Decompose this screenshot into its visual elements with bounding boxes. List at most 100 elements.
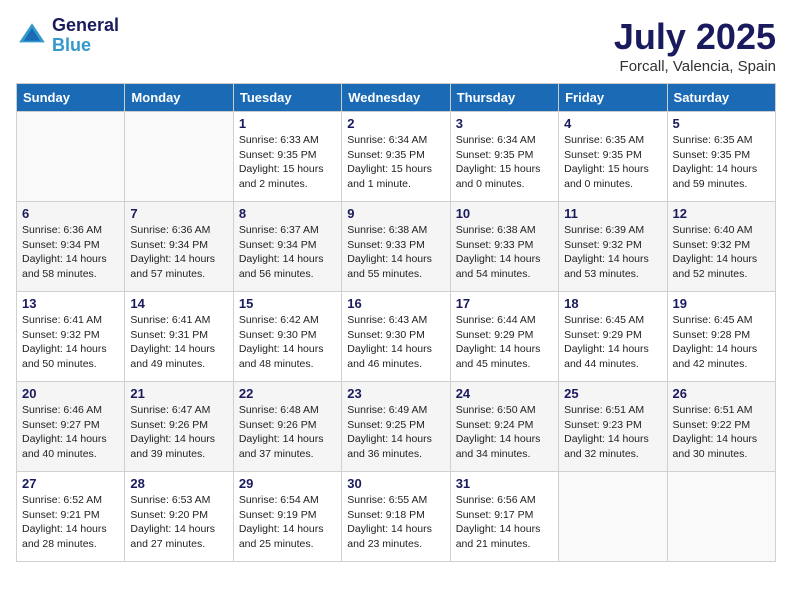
calendar-cell: 18 Sunrise: 6:45 AMSunset: 9:29 PMDayligh…: [559, 292, 667, 382]
day-number: 26: [673, 386, 770, 401]
day-info: Sunrise: 6:42 AMSunset: 9:30 PMDaylight:…: [239, 313, 336, 372]
calendar-header-row: SundayMondayTuesdayWednesdayThursdayFrid…: [17, 84, 776, 112]
day-info: Sunrise: 6:47 AMSunset: 9:26 PMDaylight:…: [130, 403, 227, 462]
day-number: 13: [22, 296, 119, 311]
calendar-cell: 1Sunrise: 6:33 AMSunset: 9:35 PMDaylight…: [233, 112, 341, 202]
day-info: Sunrise: 6:35 AMSunset: 9:35 PMDaylight:…: [564, 133, 661, 192]
calendar-cell: 16 Sunrise: 6:43 AMSunset: 9:30 PMDayligh…: [342, 292, 450, 382]
day-number: 25: [564, 386, 661, 401]
day-number: 28: [130, 476, 227, 491]
calendar-cell: 4 Sunrise: 6:35 AMSunset: 9:35 PMDaylight…: [559, 112, 667, 202]
calendar-cell: [17, 112, 125, 202]
day-number: 16: [347, 296, 444, 311]
calendar-cell: 9 Sunrise: 6:38 AMSunset: 9:33 PMDaylight…: [342, 202, 450, 292]
calendar-cell: 20 Sunrise: 6:46 AMSunset: 9:27 PMDayligh…: [17, 382, 125, 472]
calendar-week-row: 13 Sunrise: 6:41 AMSunset: 9:32 PMDayligh…: [17, 292, 776, 382]
calendar-cell: 7Sunrise: 6:36 AMSunset: 9:34 PMDaylight…: [125, 202, 233, 292]
day-number: 17: [456, 296, 553, 311]
calendar-week-row: 1Sunrise: 6:33 AMSunset: 9:35 PMDaylight…: [17, 112, 776, 202]
calendar-week-row: 27 Sunrise: 6:52 AMSunset: 9:21 PMDayligh…: [17, 472, 776, 562]
day-number: 9: [347, 206, 444, 221]
day-info: Sunrise: 6:38 AMSunset: 9:33 PMDaylight:…: [456, 223, 553, 282]
day-info: Sunrise: 6:52 AMSunset: 9:21 PMDaylight:…: [22, 493, 119, 552]
day-info: Sunrise: 6:55 AMSunset: 9:18 PMDaylight:…: [347, 493, 444, 552]
day-info: Sunrise: 6:36 AMSunset: 9:34 PMDaylight:…: [22, 223, 119, 282]
day-info: Sunrise: 6:41 AMSunset: 9:31 PMDaylight:…: [130, 313, 227, 372]
logo-line1: General: [52, 16, 119, 36]
col-header-tuesday: Tuesday: [233, 84, 341, 112]
day-info: Sunrise: 6:38 AMSunset: 9:33 PMDaylight:…: [347, 223, 444, 282]
calendar-cell: 11 Sunrise: 6:39 AMSunset: 9:32 PMDayligh…: [559, 202, 667, 292]
calendar-cell: [125, 112, 233, 202]
day-info: Sunrise: 6:34 AMSunset: 9:35 PMDaylight:…: [456, 133, 553, 192]
day-number: 24: [456, 386, 553, 401]
day-info: Sunrise: 6:54 AMSunset: 9:19 PMDaylight:…: [239, 493, 336, 552]
day-number: 18: [564, 296, 661, 311]
location: Forcall, Valencia, Spain: [614, 58, 776, 75]
calendar-cell: 14 Sunrise: 6:41 AMSunset: 9:31 PMDayligh…: [125, 292, 233, 382]
day-number: 6: [22, 206, 119, 221]
day-info: Sunrise: 6:35 AMSunset: 9:35 PMDaylight:…: [673, 133, 770, 192]
day-number: 5: [673, 116, 770, 131]
calendar-week-row: 20 Sunrise: 6:46 AMSunset: 9:27 PMDayligh…: [17, 382, 776, 472]
day-info: Sunrise: 6:51 AMSunset: 9:23 PMDaylight:…: [564, 403, 661, 462]
day-info: Sunrise: 6:49 AMSunset: 9:25 PMDaylight:…: [347, 403, 444, 462]
day-number: 15: [239, 296, 336, 311]
month-title: July 2025: [614, 16, 776, 58]
day-number: 7: [130, 206, 227, 221]
day-number: 1: [239, 116, 336, 131]
col-header-wednesday: Wednesday: [342, 84, 450, 112]
calendar-cell: 21 Sunrise: 6:47 AMSunset: 9:26 PMDayligh…: [125, 382, 233, 472]
col-header-monday: Monday: [125, 84, 233, 112]
day-info: Sunrise: 6:41 AMSunset: 9:32 PMDaylight:…: [22, 313, 119, 372]
logo-line2: Blue: [52, 36, 119, 56]
day-number: 31: [456, 476, 553, 491]
day-number: 10: [456, 206, 553, 221]
day-number: 14: [130, 296, 227, 311]
calendar-cell: 27 Sunrise: 6:52 AMSunset: 9:21 PMDayligh…: [17, 472, 125, 562]
day-info: Sunrise: 6:40 AMSunset: 9:32 PMDaylight:…: [673, 223, 770, 282]
calendar-cell: 26Sunrise: 6:51 AMSunset: 9:22 PMDayligh…: [667, 382, 775, 472]
day-number: 3: [456, 116, 553, 131]
title-block: July 2025 Forcall, Valencia, Spain: [614, 16, 776, 75]
col-header-friday: Friday: [559, 84, 667, 112]
day-info: Sunrise: 6:43 AMSunset: 9:30 PMDaylight:…: [347, 313, 444, 372]
day-number: 21: [130, 386, 227, 401]
calendar-cell: [559, 472, 667, 562]
calendar-cell: 30 Sunrise: 6:55 AMSunset: 9:18 PMDayligh…: [342, 472, 450, 562]
calendar-week-row: 6 Sunrise: 6:36 AMSunset: 9:34 PMDaylight…: [17, 202, 776, 292]
calendar-cell: 2 Sunrise: 6:34 AMSunset: 9:35 PMDaylight…: [342, 112, 450, 202]
calendar-cell: 29 Sunrise: 6:54 AMSunset: 9:19 PMDayligh…: [233, 472, 341, 562]
day-number: 19: [673, 296, 770, 311]
day-info: Sunrise: 6:56 AMSunset: 9:17 PMDaylight:…: [456, 493, 553, 552]
logo: General Blue: [16, 16, 119, 56]
day-info: Sunrise: 6:39 AMSunset: 9:32 PMDaylight:…: [564, 223, 661, 282]
day-number: 20: [22, 386, 119, 401]
day-info: Sunrise: 6:44 AMSunset: 9:29 PMDaylight:…: [456, 313, 553, 372]
calendar-cell: 22Sunrise: 6:48 AMSunset: 9:26 PMDayligh…: [233, 382, 341, 472]
calendar-cell: 25 Sunrise: 6:51 AMSunset: 9:23 PMDayligh…: [559, 382, 667, 472]
day-number: 4: [564, 116, 661, 131]
day-number: 27: [22, 476, 119, 491]
day-number: 29: [239, 476, 336, 491]
calendar-cell: 3 Sunrise: 6:34 AMSunset: 9:35 PMDaylight…: [450, 112, 558, 202]
day-number: 11: [564, 206, 661, 221]
calendar-cell: 6 Sunrise: 6:36 AMSunset: 9:34 PMDaylight…: [17, 202, 125, 292]
day-info: Sunrise: 6:46 AMSunset: 9:27 PMDaylight:…: [22, 403, 119, 462]
day-number: 22: [239, 386, 336, 401]
logo-icon: [16, 20, 48, 52]
day-number: 2: [347, 116, 444, 131]
calendar-cell: 15 Sunrise: 6:42 AMSunset: 9:30 PMDayligh…: [233, 292, 341, 382]
calendar-cell: [667, 472, 775, 562]
day-number: 30: [347, 476, 444, 491]
calendar-cell: 13 Sunrise: 6:41 AMSunset: 9:32 PMDayligh…: [17, 292, 125, 382]
day-info: Sunrise: 6:45 AMSunset: 9:29 PMDaylight:…: [564, 313, 661, 372]
calendar-cell: 31 Sunrise: 6:56 AMSunset: 9:17 PMDayligh…: [450, 472, 558, 562]
calendar-cell: 8Sunrise: 6:37 AMSunset: 9:34 PMDaylight…: [233, 202, 341, 292]
calendar-cell: 10 Sunrise: 6:38 AMSunset: 9:33 PMDayligh…: [450, 202, 558, 292]
calendar-table: SundayMondayTuesdayWednesdayThursdayFrid…: [16, 83, 776, 562]
calendar-cell: 12Sunrise: 6:40 AMSunset: 9:32 PMDayligh…: [667, 202, 775, 292]
calendar-cell: 28Sunrise: 6:53 AMSunset: 9:20 PMDayligh…: [125, 472, 233, 562]
logo-text: General Blue: [52, 16, 119, 56]
day-info: Sunrise: 6:34 AMSunset: 9:35 PMDaylight:…: [347, 133, 444, 192]
